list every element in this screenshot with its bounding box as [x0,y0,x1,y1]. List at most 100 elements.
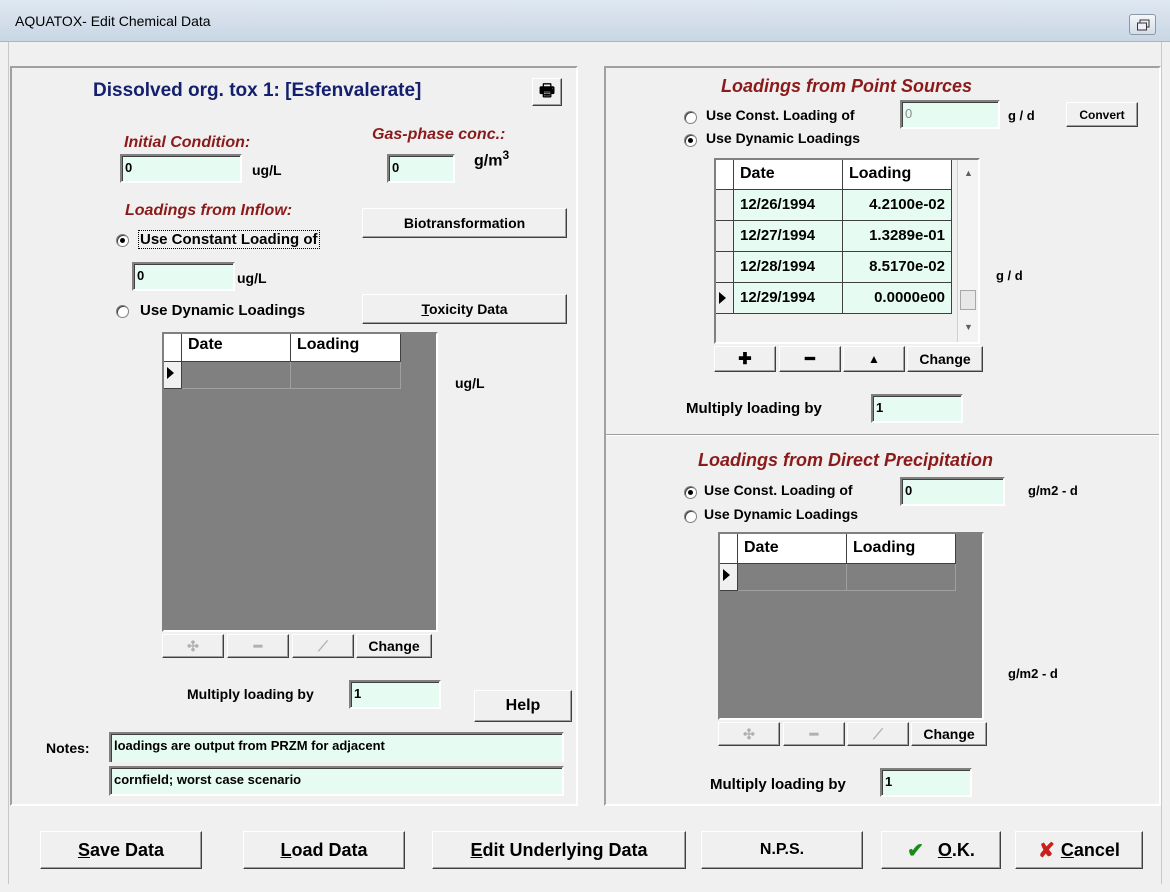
gas-phase-input[interactable]: 0 [387,154,455,183]
use-constant-label[interactable]: Use Constant Loading of [138,230,320,249]
inflow-grid-unit: ug/L [455,375,485,391]
add-row-button[interactable]: ✣ [162,634,224,658]
inflow-change-button[interactable]: Change [356,634,432,658]
convert-button[interactable]: Convert [1066,102,1138,127]
inflow-multiply-input[interactable]: 1 [349,680,441,709]
help-button[interactable]: Help [474,690,572,722]
point-column-loading[interactable]: Loading [843,160,952,190]
print-button[interactable]: 🖶 [532,78,562,106]
point-loadings-grid[interactable]: Date Loading 12/26/1994 4.2100e-02 12/27… [714,158,980,344]
row-pointer-icon [167,367,174,379]
precip-cell-loading[interactable] [847,564,956,591]
title-bar: AQUATOX- Edit Chemical Data [0,0,1170,42]
up-arrow-icon: ⟋ [318,637,328,654]
point-change-button[interactable]: Change [907,346,983,372]
point-row-1-date[interactable]: 12/26/1994 [734,190,843,221]
precip-grid-unit: g/m2 - d [1008,666,1058,681]
point-row-indicator-2 [716,221,734,252]
use-dynamic-label[interactable]: Use Dynamic Loadings [140,302,305,319]
notes-line-1[interactable]: loadings are output from PRZM for adjace… [109,732,564,762]
constant-loading-unit: ug/L [237,270,267,286]
restore-icon [1137,19,1150,31]
ok-hotkey: O [937,839,952,860]
point-dynamic-radio[interactable] [684,134,697,147]
row-indicator [164,362,182,389]
biotransformation-button[interactable]: Biotransformation [362,208,567,238]
inflow-panel: Dissolved org. tox 1: [Esfenvalerate] 🖶 … [10,66,578,806]
load-data-button[interactable]: Load Data [243,831,405,869]
up-arrow-icon: ⟋ [873,725,883,742]
point-row-3-date[interactable]: 12/28/1994 [734,252,843,283]
initial-condition-input[interactable]: 0 [120,154,242,183]
ok-button[interactable]: ✔ O .K. [881,831,1001,869]
up-triangle-icon: ▲ [868,352,880,366]
dialog-client: Dissolved org. tox 1: [Esfenvalerate] 🖶 … [8,42,1162,884]
precip-dynamic-label[interactable]: Use Dynamic Loadings [704,506,858,522]
point-sources-heading: Loadings from Point Sources [721,76,973,96]
point-row-1-loading[interactable]: 4.2100e-02 [843,190,952,221]
delete-row-button[interactable]: ━ [227,634,289,658]
point-move-up-button[interactable]: ▲ [843,346,905,372]
precip-delete-row-button[interactable]: ━ [783,722,845,746]
precip-loadings-grid[interactable]: Date Loading [718,532,984,720]
scrollbar-thumb[interactable] [960,290,976,310]
notes-line-2[interactable]: cornfield; worst case scenario [109,766,564,796]
precip-add-row-button[interactable]: ✣ [718,722,780,746]
scroll-down-icon: ▼ [964,322,973,332]
inflow-multiply-label: Multiply loading by [187,686,314,702]
precip-column-date[interactable]: Date [738,534,847,564]
save-label: ave Data [89,839,165,860]
point-multiply-input[interactable]: 1 [871,394,963,423]
cancel-button[interactable]: ✘ Cancel [1015,831,1143,869]
precip-change-button[interactable]: Change [911,722,987,746]
minus-icon: ━ [253,637,263,654]
precip-cell-date[interactable] [738,564,847,591]
precip-const-input[interactable]: 0 [900,477,1005,506]
x-icon: ✘ [1038,839,1055,862]
constant-loading-input[interactable]: 0 [132,262,235,291]
point-dynamic-label[interactable]: Use Dynamic Loadings [706,130,860,146]
column-header-loading[interactable]: Loading [291,334,401,362]
point-column-date[interactable]: Date [734,160,843,190]
use-dynamic-radio[interactable] [116,305,129,318]
use-constant-radio[interactable] [116,234,129,247]
point-row-4-date[interactable]: 12/29/1994 [734,283,843,314]
row-pointer-icon [723,569,730,581]
load-hotkey: L [280,839,292,860]
gas-phase-unit-base: g/m [474,152,503,170]
precip-move-up-button[interactable]: ⟋ [847,722,909,746]
restore-button[interactable] [1129,14,1156,35]
toxicity-hotkey: T [421,301,429,317]
toxicity-data-label: Toxicity Data [421,301,508,317]
cancel-hotkey: C [1060,839,1074,860]
edit-underlying-data-button[interactable]: Edit Underlying Data [432,831,686,869]
point-const-input[interactable]: 0 [900,100,1000,129]
point-multiply-label: Multiply loading by [686,400,822,417]
precip-const-radio[interactable] [684,486,697,499]
toxicity-data-button[interactable]: Toxicity Data [362,294,567,324]
precip-column-loading[interactable]: Loading [847,534,956,564]
point-grid-scrollbar[interactable]: ▲ ▼ [957,160,978,342]
grid-cell-loading[interactable] [291,362,401,389]
point-row-indicator-1 [716,190,734,221]
gas-phase-unit-sup: 3 [502,148,510,162]
inflow-loadings-grid[interactable]: Date Loading [162,332,438,632]
precip-multiply-input[interactable]: 1 [880,768,972,797]
save-data-button[interactable]: Save Data [40,831,202,869]
point-row-4-loading[interactable]: 0.0000e00 [843,283,952,314]
point-row-3-loading[interactable]: 8.5170e-02 [843,252,952,283]
column-header-date[interactable]: Date [182,334,291,362]
sources-panel: Loadings from Point Sources Use Const. L… [604,66,1161,806]
grid-cell-date[interactable] [182,362,291,389]
point-const-radio[interactable] [684,111,697,124]
move-up-button[interactable]: ⟋ [292,634,354,658]
point-const-label[interactable]: Use Const. Loading of [706,107,855,123]
point-row-2-loading[interactable]: 1.3289e-01 [843,221,952,252]
precip-dynamic-radio[interactable] [684,510,697,523]
point-row-2-date[interactable]: 12/27/1994 [734,221,843,252]
nps-button[interactable]: N.P.S. [701,831,863,869]
point-add-row-button[interactable]: ✚ [714,346,776,372]
precip-const-label[interactable]: Use Const. Loading of [704,482,853,498]
point-delete-row-button[interactable]: ━ [779,346,841,372]
minus-icon: ━ [809,725,819,742]
